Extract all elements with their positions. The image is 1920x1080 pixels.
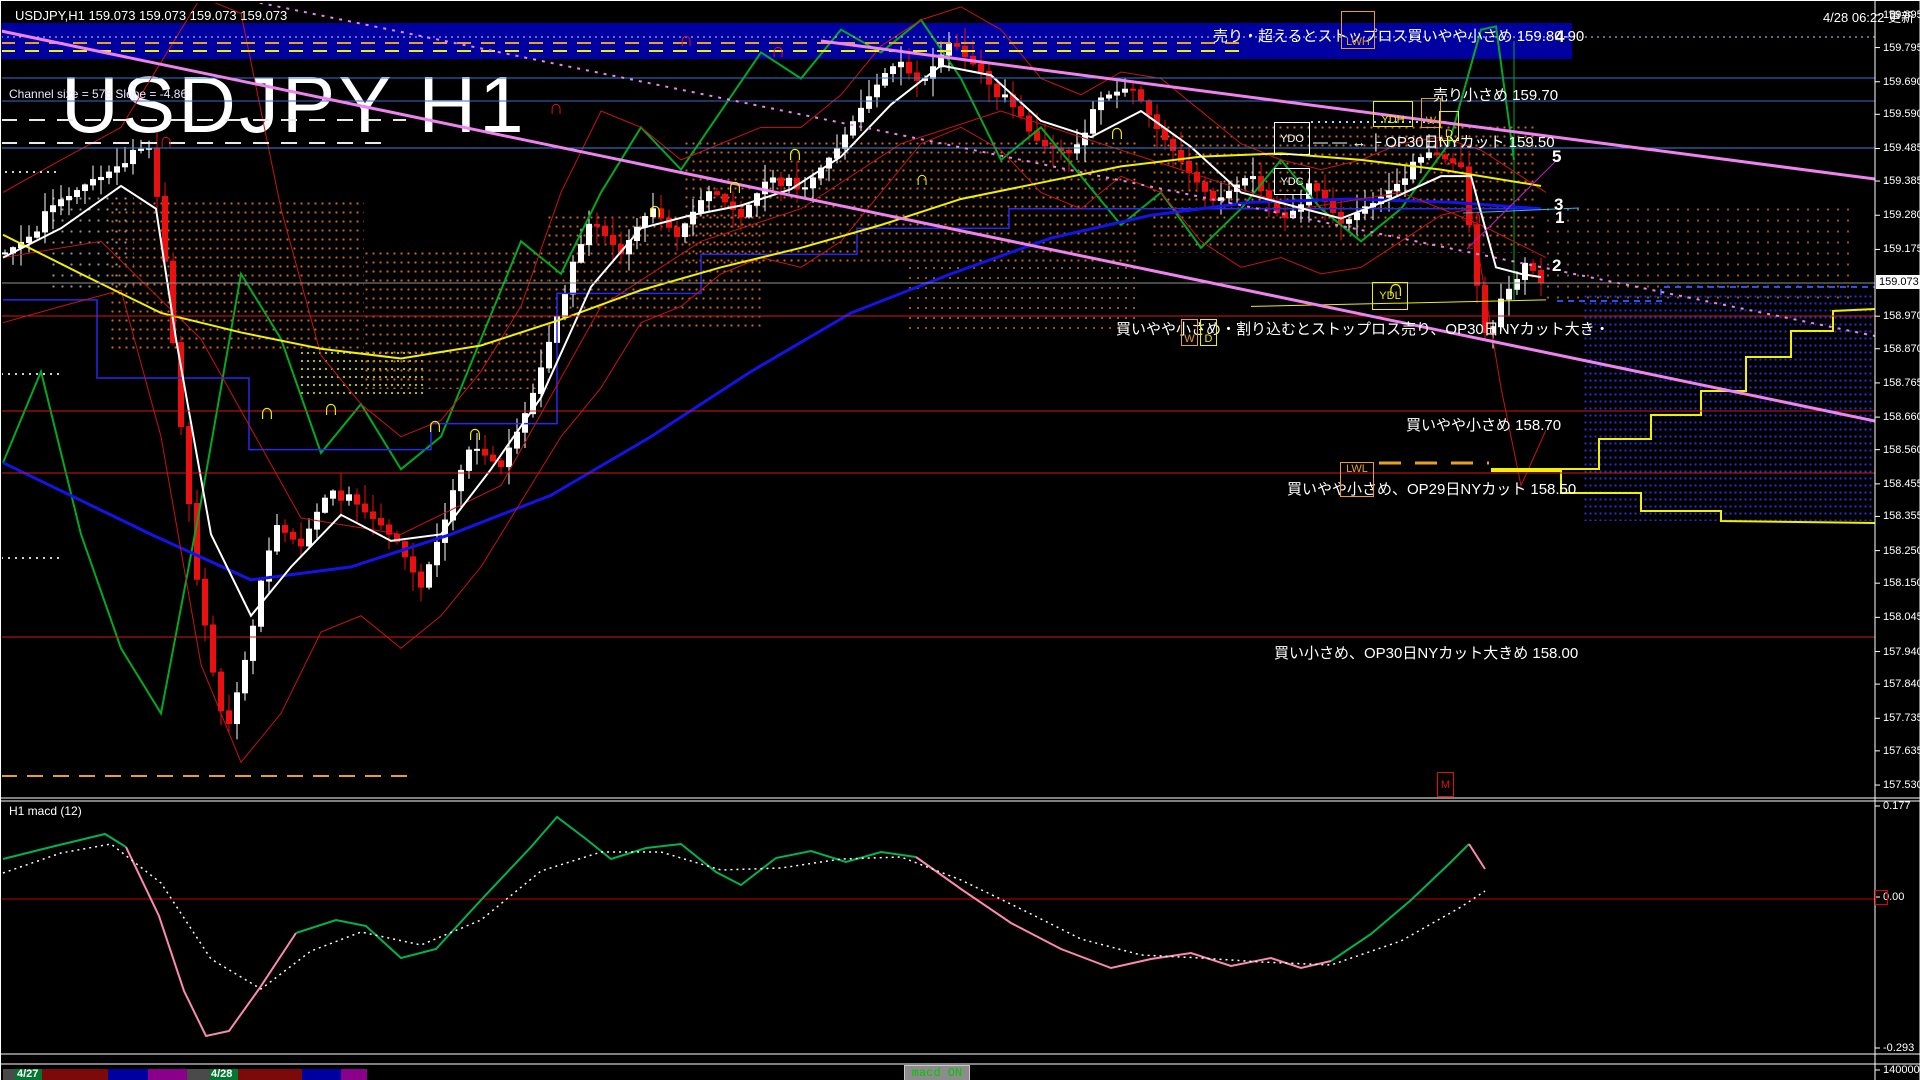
- box-ydo: YDO: [1274, 122, 1310, 155]
- note-op30-15950: — — ↔ ├ OP30日NYカット 159.50: [1313, 131, 1555, 152]
- box-lwh: LWH: [1341, 11, 1375, 49]
- reversal-arc-symbol: ∩: [549, 98, 563, 118]
- price-axis-tick: 159.795: [1883, 42, 1920, 54]
- reversal-arc-symbol: ∩: [787, 142, 803, 164]
- session-ribbon-segment: [148, 1069, 187, 1080]
- reversal-arc-symbol: ∩: [159, 131, 173, 151]
- reversal-arc-symbol: ∩: [427, 414, 443, 436]
- price-axis-tick: 159.485: [1883, 142, 1920, 154]
- price-axis-tick: 157.530: [1883, 779, 1920, 791]
- price-axis-tick: 159.590: [1883, 108, 1920, 120]
- signal-circle-symbol: ○: [1467, 239, 1475, 252]
- price-axis-tick: 157.840: [1883, 678, 1920, 690]
- box-d-lower: D: [1200, 319, 1217, 346]
- box-ydc: YDC: [1274, 168, 1310, 195]
- indicator-axis-tick: 0.177: [1883, 800, 1911, 812]
- price-axis-tick: 158.765: [1883, 377, 1920, 389]
- note-buy-15870: 買いやや小さめ 158.70: [1406, 414, 1561, 435]
- price-axis-tick: 158.560: [1883, 444, 1920, 456]
- wave-count-label: 1: [1555, 208, 1564, 228]
- box-ydh: YDH: [1373, 101, 1413, 127]
- note-buy-15850: 買いやや小さめ、OP29日NYカット 158.50: [1287, 478, 1576, 499]
- reversal-arc-symbol: ∩: [771, 41, 785, 61]
- price-axis-tick: 157.635: [1883, 745, 1920, 757]
- env-red-upper: [3, 1, 1546, 437]
- chart-window[interactable]: USDJPY,H1 159.073 159.073 159.073 159.07…: [0, 0, 1920, 1080]
- reversal-arc-symbol: ∩: [915, 169, 929, 189]
- price-axis-tick: 158.455: [1883, 478, 1920, 490]
- note-sell-15970: 売り小さめ 159.70: [1433, 84, 1558, 105]
- box-m: M: [1437, 772, 1454, 797]
- reversal-arc-symbol: ∩: [1467, 205, 1483, 227]
- session-ribbon-segment: [108, 1069, 148, 1080]
- price-axis-tick: 159.385: [1883, 175, 1920, 187]
- price-axis-tick: 158.970: [1883, 310, 1920, 322]
- price-axis-tick: 158.870: [1883, 343, 1920, 355]
- reversal-arc-symbol: ∩: [323, 397, 339, 419]
- session-ribbon-segment: [238, 1069, 302, 1080]
- ma-blue: [3, 199, 1541, 580]
- macd-toggle-button[interactable]: macd ON: [904, 1065, 970, 1080]
- macd-signal-line: [3, 844, 1485, 989]
- session-ribbon-segment: [187, 1069, 210, 1080]
- future-blue-step: [1557, 287, 1875, 301]
- box-d-upper: D: [1439, 111, 1459, 141]
- price-axis-tick: 159.280: [1883, 209, 1920, 221]
- chart-title: USDJPY,H1 159.073 159.073 159.073 159.07…: [15, 8, 287, 23]
- reversal-arc-symbol: ∩: [1109, 121, 1125, 143]
- price-axis-tick: 158.150: [1883, 577, 1920, 589]
- indicator-axis-tick: -0.293: [1883, 1042, 1914, 1054]
- reversal-arc-symbol: ∩: [647, 199, 663, 221]
- price-axis-tick: 157.735: [1883, 712, 1920, 724]
- signal-circle-symbol: ○: [1461, 211, 1469, 224]
- box-lwl: LWL: [1340, 462, 1374, 497]
- reversal-arc-symbol: ∩: [1387, 277, 1404, 301]
- session-ribbon-segment: [341, 1069, 367, 1080]
- current-price-tag: 159.073: [1876, 275, 1920, 289]
- price-axis-tick: 159.690: [1883, 76, 1920, 88]
- price-axis-tick: 159.175: [1883, 243, 1920, 255]
- box-w-upper: W: [1421, 98, 1441, 128]
- price-chart-canvas[interactable]: [1, 1, 1920, 1080]
- signal-circle-symbol: ○: [1444, 155, 1452, 168]
- session-ribbon-segment: [302, 1069, 341, 1080]
- reversal-arc-symbol: ∩: [679, 30, 693, 50]
- channel-info-label: Channel size = 578 Slope = -4.86: [9, 87, 187, 101]
- macd-indicator-label: H1 macd (12): [9, 804, 82, 818]
- note-sell-15980-90: 売り・超えるとストップロス買いやや小さめ 159.80-90: [1213, 25, 1584, 46]
- price-axis-tick: 158.250: [1883, 545, 1920, 557]
- session-ribbon-segment: [3, 1069, 15, 1080]
- macd-zero-marker: [1875, 890, 1888, 905]
- env-red-lower: [3, 127, 1546, 762]
- price-axis-tick: 157.940: [1883, 646, 1920, 658]
- price-axis-tick: 158.660: [1883, 411, 1920, 423]
- note-buy-15800: 買い小さめ、OP30日NYカット大きめ 158.00: [1274, 642, 1578, 663]
- box-w-lower: W: [1181, 319, 1198, 346]
- reversal-arc-symbol: ∩: [259, 401, 275, 423]
- wave-count-label: 5: [1552, 147, 1561, 167]
- wave-count-label: 2: [1552, 256, 1561, 276]
- indicator-axis-tick: 140000: [1883, 1064, 1920, 1076]
- session-ribbon-segment: [42, 1069, 108, 1080]
- price-axis-tick: 158.355: [1883, 510, 1920, 522]
- session-date-label: 4/27: [17, 1068, 38, 1080]
- reversal-arc-symbol: ∩: [467, 422, 483, 444]
- reversal-arc-symbol: ∩: [727, 175, 743, 197]
- wave-count-label: 4: [1555, 27, 1564, 47]
- session-date-label: 4/28: [211, 1068, 232, 1080]
- update-timestamp: 4/28 06:22 更新: [1823, 7, 1914, 26]
- price-axis-tick: 158.045: [1883, 611, 1920, 623]
